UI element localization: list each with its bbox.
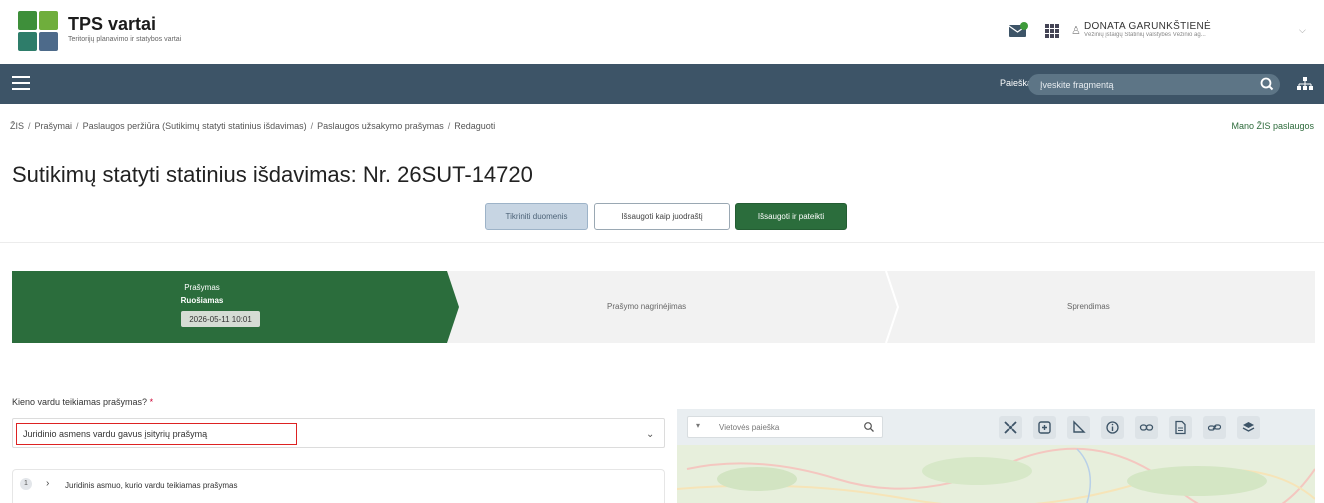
search-icon[interactable] xyxy=(863,421,875,433)
chevron-down-icon[interactable]: ▾ xyxy=(696,421,700,430)
step-2-title: Prašymo nagrinėjimas xyxy=(607,302,687,311)
map-search[interactable]: ▾ Vietovės paieška xyxy=(687,416,883,438)
progress-stepper: Prašymas Ruošiamas 2026-05-11 10:01 Praš… xyxy=(12,271,1315,343)
save-draft-button[interactable]: Išsaugoti kaip juodraštį xyxy=(594,203,730,230)
applicant-question-label: Kieno vardu teikiamas prašymas? * xyxy=(12,397,153,407)
my-services-link[interactable]: Mano ŽIS paslaugos xyxy=(1231,121,1314,131)
layers-icon[interactable] xyxy=(1237,416,1260,439)
main-navbar: Paieška xyxy=(0,64,1324,104)
check-data-button[interactable]: Tikriniti duomenis xyxy=(485,203,588,230)
tps-logo[interactable] xyxy=(18,11,58,51)
step-1-title: Prašymas xyxy=(184,283,220,292)
section-accordion[interactable]: 1 › Juridinis asmuo, kurio vardu teikiam… xyxy=(12,469,665,503)
add-layer-icon[interactable] xyxy=(1033,416,1056,439)
step-1-status: Ruošiamas xyxy=(180,296,224,305)
sitemap-icon[interactable] xyxy=(1297,77,1313,91)
document-icon[interactable] xyxy=(1169,416,1192,439)
user-name[interactable]: DONATA GARUNKŠTIENĖ xyxy=(1084,21,1211,32)
breadcrumb-item-current: Redaguoti xyxy=(454,121,496,131)
save-submit-button[interactable]: Išsaugoti ir pateikti xyxy=(735,203,847,230)
step-3-title: Sprendimas xyxy=(1067,302,1110,311)
section-number: 1 xyxy=(20,478,32,490)
applicant-select-value[interactable]: Juridinio asmens vardu gavus įsityrių pr… xyxy=(16,423,297,445)
app-title[interactable]: TPS vartai xyxy=(68,14,156,35)
chevron-right-icon[interactable]: › xyxy=(46,478,49,489)
section-title[interactable]: Juridinis asmuo, kurio vardu teikiamas p… xyxy=(65,481,238,490)
applicant-question-text: Kieno vardu teikiamas prašymas? xyxy=(12,397,148,407)
divider xyxy=(0,242,1324,243)
step-1-date: 2026-05-11 10:01 xyxy=(181,311,260,327)
breadcrumb-item[interactable]: ŽIS xyxy=(10,121,24,131)
info-icon[interactable] xyxy=(1101,416,1124,439)
apps-grid-icon[interactable] xyxy=(1045,24,1059,38)
search-icon[interactable] xyxy=(1256,73,1278,95)
menu-icon[interactable] xyxy=(12,76,30,90)
top-header: TPS vartai Teritorijų planavimo ir staty… xyxy=(0,0,1324,64)
map-search-input[interactable]: Vietovės paieška xyxy=(719,423,779,432)
app-subtitle: Teritorijų planavimo ir statybos vartai xyxy=(68,36,182,43)
search-box xyxy=(1028,74,1280,95)
map-panel[interactable]: ▾ Vietovės paieška xyxy=(677,409,1315,503)
required-mark: * xyxy=(149,397,154,407)
share-link-icon[interactable] xyxy=(1203,416,1226,439)
page-title: Sutikimų statyti statinius išdavimas: Nr… xyxy=(12,162,533,187)
breadcrumb-item[interactable]: Paslaugos peržiūra (Sutikimų statyti sta… xyxy=(83,121,307,131)
chevron-down-icon[interactable]: ⌄ xyxy=(646,429,654,440)
applicant-select[interactable]: Juridinio asmens vardu gavus įsityrių pr… xyxy=(12,418,665,448)
extent-icon[interactable] xyxy=(999,416,1022,439)
link-icon[interactable] xyxy=(1135,416,1158,439)
user-organization: Vėžinių įstaigų Statinių valstybės Vėžin… xyxy=(1084,32,1206,38)
measure-icon[interactable] xyxy=(1067,416,1090,439)
breadcrumb: ŽIS / Prašymai / Paslaugos peržiūra (Sutikim… xyxy=(10,121,496,131)
search-input[interactable] xyxy=(1040,77,1240,92)
messages-icon[interactable] xyxy=(1008,22,1028,38)
step-active-shape xyxy=(12,271,900,343)
breadcrumb-item[interactable]: Paslaugos užsakymo prašymas xyxy=(317,121,444,131)
chevron-down-icon[interactable]: ⌵ xyxy=(1299,25,1306,36)
breadcrumb-item[interactable]: Prašymai xyxy=(35,121,73,131)
user-icon: ♙ xyxy=(1071,25,1081,37)
